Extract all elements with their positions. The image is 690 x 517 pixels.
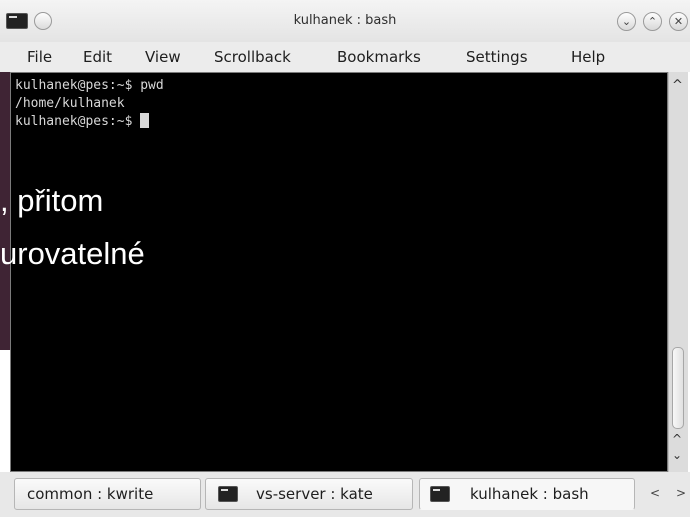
window-title: kulhanek : bash (293, 13, 397, 28)
terminal-line: kulhanek@pes:~$ pwd (15, 78, 164, 93)
tab-bar: common : kwrite vs-server : kate kulhane… (0, 472, 690, 517)
text-cursor (140, 113, 150, 128)
terminal-icon (430, 486, 450, 502)
slide-overlay-text-line1: , přitom (0, 183, 104, 218)
tab-prev-icon[interactable]: < (650, 486, 660, 500)
terminal-line: /home/kulhanek (15, 96, 125, 111)
maximize-button[interactable]: ⌃ (643, 12, 662, 31)
scroll-up-icon[interactable]: ^ (672, 78, 683, 93)
tab-label: vs-server : kate (256, 485, 373, 503)
scroll-down-icon[interactable]: ⌄ (672, 448, 682, 462)
tab-label: common : kwrite (27, 485, 154, 503)
minimize-icon: ⌄ (621, 15, 632, 28)
terminal-prompt-line: kulhanek@pes:~$ (15, 113, 667, 131)
close-button[interactable]: ✕ (669, 12, 688, 31)
tab-kulhanek-bash[interactable]: kulhanek : bash (419, 478, 635, 510)
menu-bar: File Edit View Scrollback Bookmarks Sett… (0, 42, 690, 72)
minimize-button[interactable]: ⌄ (617, 12, 636, 31)
tab-next-icon[interactable]: > (676, 486, 686, 500)
terminal-output[interactable]: kulhanek@pes:~$ pwd /home/kulhanek kulha… (10, 72, 668, 472)
tab-label: kulhanek : bash (470, 485, 589, 503)
menu-file[interactable]: File (27, 48, 52, 66)
scroll-up-small-icon[interactable]: ^ (672, 432, 682, 446)
terminal-prompt: kulhanek@pes:~$ (15, 114, 141, 129)
menu-help[interactable]: Help (571, 48, 605, 66)
close-icon: ✕ (673, 15, 684, 28)
menu-scrollback[interactable]: Scrollback (214, 48, 291, 66)
menu-view[interactable]: View (145, 48, 181, 66)
tab-vs-server-kate[interactable]: vs-server : kate (205, 478, 413, 510)
terminal-icon (218, 486, 238, 502)
vertical-scrollbar[interactable]: ^ ^ ⌄ (668, 72, 688, 472)
menu-edit[interactable]: Edit (83, 48, 112, 66)
maximize-icon: ⌃ (647, 15, 658, 28)
title-bar[interactable]: kulhanek : bash ⌄ ⌃ ✕ (0, 0, 690, 42)
slide-overlay-text-line2: urovatelné (0, 236, 145, 271)
tab-common-kwrite[interactable]: common : kwrite (14, 478, 201, 510)
menu-settings[interactable]: Settings (466, 48, 528, 66)
menu-bookmarks[interactable]: Bookmarks (337, 48, 421, 66)
scrollbar-thumb[interactable] (672, 347, 684, 429)
